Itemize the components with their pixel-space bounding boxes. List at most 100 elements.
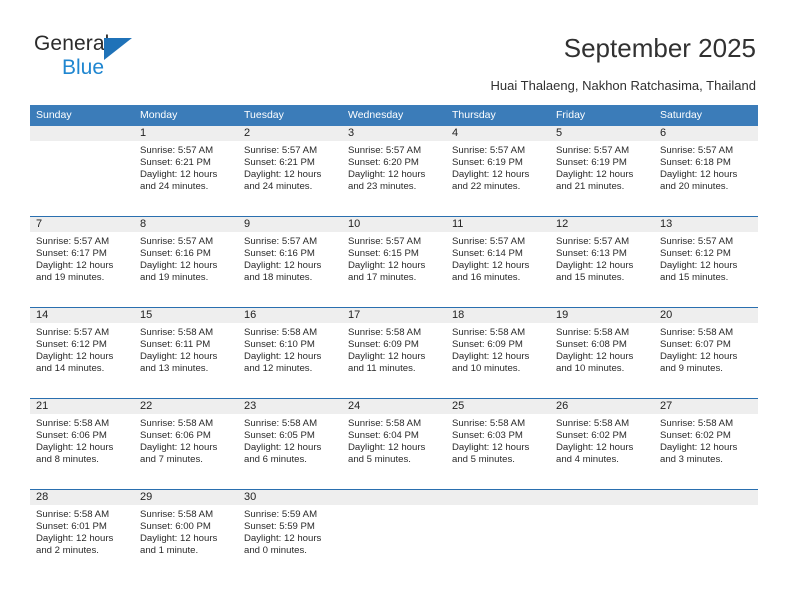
calendar-day-cell[interactable]: 14 Sunrise: 5:57 AM Sunset: 6:12 PM Dayligh…	[30, 307, 134, 399]
calendar-day-cell[interactable]: 8 Sunrise: 5:57 AM Sunset: 6:16 PM Daylight…	[134, 216, 238, 308]
day-number: 25	[446, 399, 550, 414]
calendar-day-cell[interactable]: 27 Sunrise: 5:58 AM Sunset: 6:02 PM Dayligh…	[654, 398, 758, 490]
sunrise-text: Sunrise: 5:58 AM	[348, 418, 422, 429]
calendar-day-cell[interactable]: 28 Sunrise: 5:58 AM Sunset: 6:01 PM Dayligh…	[30, 489, 134, 580]
daylight-text-line2: and 20 minutes.	[660, 181, 729, 193]
calendar-day-cell[interactable]: 10 Sunrise: 5:57 AM Sunset: 6:15 PM Dayligh…	[342, 216, 446, 308]
daylight-text-line1: Daylight: 12 hours	[348, 442, 426, 454]
sunset-text: Sunset: 6:19 PM	[452, 157, 523, 169]
calendar-day-cell[interactable]: 7 Sunrise: 5:57 AM Sunset: 6:17 PM Daylight…	[30, 216, 134, 308]
calendar-header-row: Sunday Monday Tuesday Wednesday Thursday Frid…	[30, 105, 758, 126]
calendar-day-cell[interactable]: 1 Sunrise: 5:57 AM Sunset: 6:21 PM Daylight…	[134, 126, 238, 217]
day-number: 16	[238, 308, 342, 323]
sunset-text: Sunset: 6:09 PM	[348, 339, 419, 351]
sunrise-text: Sunrise: 5:57 AM	[244, 236, 318, 247]
daylight-text-line2: and 19 minutes.	[140, 272, 209, 284]
daylight-text-line2: and 2 minutes.	[36, 545, 99, 557]
day-details: Sunrise: 5:57 AM Sunset: 6:21 PM Daylight:…	[238, 141, 342, 193]
daylight-text-line1: Daylight: 12 hours	[244, 260, 322, 272]
day-details: Sunrise: 5:57 AM Sunset: 6:16 PM Daylight:…	[134, 232, 238, 284]
day-number: 10	[342, 217, 446, 232]
daylight-text-line2: and 13 minutes.	[140, 363, 209, 375]
sunrise-text: Sunrise: 5:57 AM	[556, 145, 630, 156]
day-details: Sunrise: 5:58 AM Sunset: 6:03 PM Daylight:…	[446, 414, 550, 466]
calendar-day-cell[interactable]: 20 Sunrise: 5:58 AM Sunset: 6:07 PM Dayligh…	[654, 307, 758, 399]
calendar-week-row: 14 Sunrise: 5:57 AM Sunset: 6:12 PM Dayligh…	[30, 307, 758, 399]
sunrise-text: Sunrise: 5:58 AM	[244, 418, 318, 429]
daylight-text-line1: Daylight: 12 hours	[452, 351, 530, 363]
daylight-text-line2: and 1 minute.	[140, 545, 199, 557]
calendar-day-cell[interactable]: 25 Sunrise: 5:58 AM Sunset: 6:03 PM Dayligh…	[446, 398, 550, 490]
weekday-header-row: Sunday Monday Tuesday Wednesday Thursday Frid…	[30, 105, 758, 126]
day-number: 27	[654, 399, 758, 414]
calendar-day-cell[interactable]: 23 Sunrise: 5:58 AM Sunset: 6:05 PM Dayligh…	[238, 398, 342, 490]
sunset-text: Sunset: 6:02 PM	[556, 430, 627, 442]
day-number: 23	[238, 399, 342, 414]
daylight-text-line1: Daylight: 12 hours	[244, 351, 322, 363]
daylight-text-line2: and 11 minutes.	[348, 363, 416, 375]
calendar-week-row: 7 Sunrise: 5:57 AM Sunset: 6:17 PM Daylight…	[30, 216, 758, 308]
sunset-text: Sunset: 5:59 PM	[244, 521, 315, 533]
day-details	[342, 505, 446, 509]
calendar-day-cell[interactable]: 6 Sunrise: 5:57 AM Sunset: 6:18 PM Daylight…	[654, 126, 758, 217]
daylight-text-line1: Daylight: 12 hours	[556, 351, 634, 363]
daylight-text-line2: and 5 minutes.	[348, 454, 411, 466]
calendar-day-cell[interactable]: 22 Sunrise: 5:58 AM Sunset: 6:06 PM Dayligh…	[134, 398, 238, 490]
calendar-day-cell[interactable]: 24 Sunrise: 5:58 AM Sunset: 6:04 PM Dayligh…	[342, 398, 446, 490]
day-number: 13	[654, 217, 758, 232]
daylight-text-line1: Daylight: 12 hours	[348, 260, 426, 272]
daylight-text-line2: and 15 minutes.	[556, 272, 625, 284]
calendar-day-cell[interactable]: 26 Sunrise: 5:58 AM Sunset: 6:02 PM Dayligh…	[550, 398, 654, 490]
calendar-day-cell[interactable]: 17 Sunrise: 5:58 AM Sunset: 6:09 PM Dayligh…	[342, 307, 446, 399]
day-number: 4	[446, 126, 550, 141]
calendar-day-cell[interactable]: 11 Sunrise: 5:57 AM Sunset: 6:14 PM Dayligh…	[446, 216, 550, 308]
day-number: 18	[446, 308, 550, 323]
day-details: Sunrise: 5:58 AM Sunset: 6:10 PM Daylight:…	[238, 323, 342, 375]
weekday-header-monday: Monday	[134, 105, 238, 126]
daylight-text-line2: and 14 minutes.	[36, 363, 105, 375]
daylight-text-line1: Daylight: 12 hours	[36, 442, 114, 454]
calendar-day-cell[interactable]: 30 Sunrise: 5:59 AM Sunset: 5:59 PM Dayligh…	[238, 489, 342, 580]
daylight-text-line1: Daylight: 12 hours	[452, 169, 530, 181]
sunset-text: Sunset: 6:08 PM	[556, 339, 627, 351]
day-number	[446, 490, 550, 505]
calendar-day-cell[interactable]: 29 Sunrise: 5:58 AM Sunset: 6:00 PM Dayligh…	[134, 489, 238, 580]
day-details: Sunrise: 5:57 AM Sunset: 6:21 PM Daylight:…	[134, 141, 238, 193]
sunrise-text: Sunrise: 5:57 AM	[140, 145, 214, 156]
brand-logo[interactable]: General Blue	[34, 32, 214, 82]
brand-name-general: General	[34, 32, 110, 55]
calendar-day-cell[interactable]: 13 Sunrise: 5:57 AM Sunset: 6:12 PM Dayligh…	[654, 216, 758, 308]
day-details: Sunrise: 5:57 AM Sunset: 6:20 PM Daylight:…	[342, 141, 446, 193]
daylight-text-line2: and 0 minutes.	[244, 545, 307, 557]
sunset-text: Sunset: 6:10 PM	[244, 339, 315, 351]
calendar-day-cell[interactable]: 4 Sunrise: 5:57 AM Sunset: 6:19 PM Daylight…	[446, 126, 550, 217]
sunrise-text: Sunrise: 5:57 AM	[660, 236, 734, 247]
calendar-day-cell[interactable]: 15 Sunrise: 5:58 AM Sunset: 6:11 PM Dayligh…	[134, 307, 238, 399]
day-number: 21	[30, 399, 134, 414]
calendar-day-cell[interactable]: 5 Sunrise: 5:57 AM Sunset: 6:19 PM Daylight…	[550, 126, 654, 217]
day-details: Sunrise: 5:58 AM Sunset: 6:05 PM Daylight:…	[238, 414, 342, 466]
day-number: 8	[134, 217, 238, 232]
sunset-text: Sunset: 6:06 PM	[140, 430, 211, 442]
day-details: Sunrise: 5:57 AM Sunset: 6:16 PM Daylight:…	[238, 232, 342, 284]
calendar-day-cell[interactable]: 12 Sunrise: 5:57 AM Sunset: 6:13 PM Dayligh…	[550, 216, 654, 308]
calendar-day-cell[interactable]: 21 Sunrise: 5:58 AM Sunset: 6:06 PM Dayligh…	[30, 398, 134, 490]
calendar-day-cell[interactable]: 19 Sunrise: 5:58 AM Sunset: 6:08 PM Dayligh…	[550, 307, 654, 399]
calendar-table: Sunday Monday Tuesday Wednesday Thursday Frid…	[30, 105, 758, 580]
calendar-day-cell[interactable]: 3 Sunrise: 5:57 AM Sunset: 6:20 PM Daylight…	[342, 126, 446, 217]
day-number: 5	[550, 126, 654, 141]
sunset-text: Sunset: 6:12 PM	[660, 248, 731, 260]
calendar-day-cell[interactable]: 2 Sunrise: 5:57 AM Sunset: 6:21 PM Daylight…	[238, 126, 342, 217]
sunset-text: Sunset: 6:18 PM	[660, 157, 731, 169]
daylight-text-line2: and 21 minutes.	[556, 181, 625, 193]
sunset-text: Sunset: 6:21 PM	[244, 157, 315, 169]
sunrise-text: Sunrise: 5:57 AM	[244, 145, 318, 156]
day-details	[30, 141, 134, 145]
sunset-text: Sunset: 6:16 PM	[140, 248, 211, 260]
calendar-day-cell[interactable]: 18 Sunrise: 5:58 AM Sunset: 6:09 PM Dayligh…	[446, 307, 550, 399]
day-details: Sunrise: 5:59 AM Sunset: 5:59 PM Daylight:…	[238, 505, 342, 557]
sunrise-text: Sunrise: 5:58 AM	[556, 418, 630, 429]
calendar-day-cell[interactable]: 16 Sunrise: 5:58 AM Sunset: 6:10 PM Dayligh…	[238, 307, 342, 399]
daylight-text-line2: and 3 minutes.	[660, 454, 723, 466]
calendar-day-cell[interactable]: 9 Sunrise: 5:57 AM Sunset: 6:16 PM Daylight…	[238, 216, 342, 308]
